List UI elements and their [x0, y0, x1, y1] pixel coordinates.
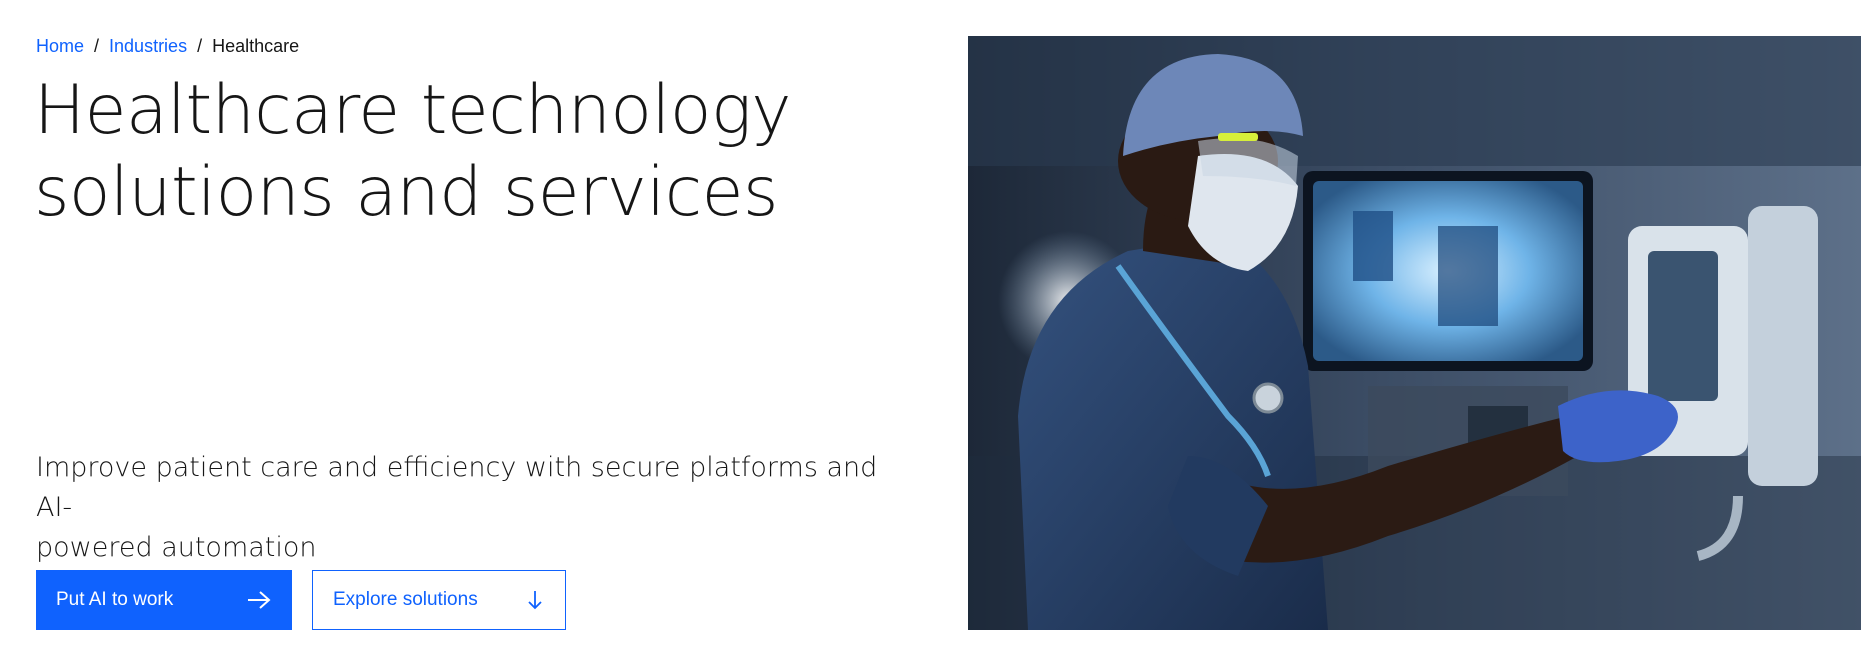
page-title: Healthcare technology solutions and serv…	[34, 70, 854, 234]
page-title-line-1: Healthcare technology	[34, 71, 792, 150]
breadcrumb-current: Healthcare	[212, 36, 300, 56]
breadcrumb-separator: /	[197, 36, 203, 56]
hero-lede: Improve patient care and efficiency with…	[36, 448, 916, 568]
hero-image	[968, 36, 1861, 630]
put-ai-to-work-label: Put AI to work	[56, 589, 174, 610]
breadcrumb-home-link[interactable]: Home	[36, 36, 84, 57]
hero-lede-line-1: Improve patient care and efficiency with…	[36, 452, 878, 523]
breadcrumb-separator: /	[94, 36, 100, 56]
breadcrumb-industries-link[interactable]: Industries	[109, 36, 187, 57]
breadcrumb: Home / Industries / Healthcare	[36, 36, 299, 57]
explore-solutions-label: Explore solutions	[333, 589, 478, 610]
put-ai-to-work-button[interactable]: Put AI to work	[36, 570, 292, 630]
arrow-down-icon	[525, 589, 545, 611]
page-title-line-2: solutions and services	[34, 153, 778, 232]
arrow-right-icon	[246, 590, 272, 610]
hero-lede-line-2: powered automation	[36, 532, 317, 563]
explore-solutions-button[interactable]: Explore solutions	[312, 570, 566, 630]
